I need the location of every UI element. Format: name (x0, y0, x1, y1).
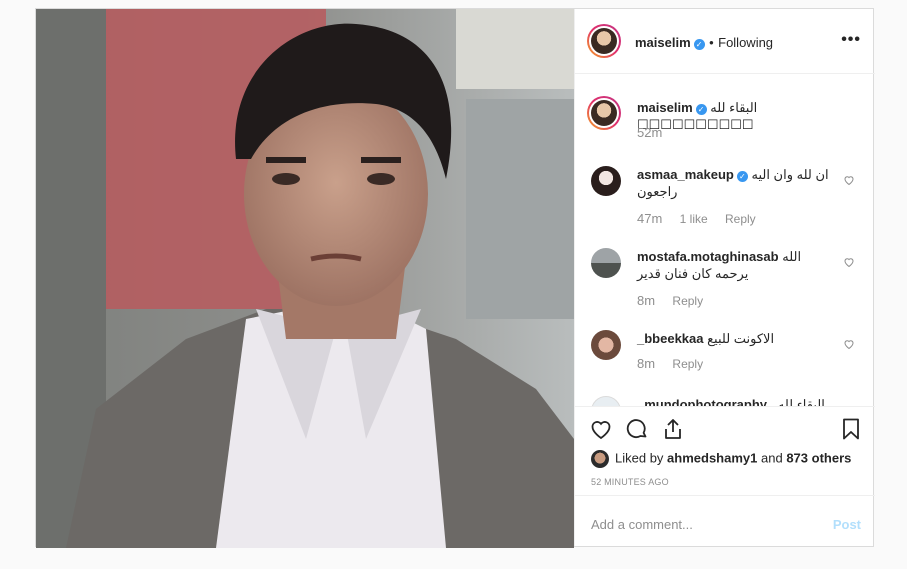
author-avatar[interactable] (587, 24, 621, 58)
post-photo[interactable] (36, 9, 574, 548)
comment-bubble-icon[interactable] (625, 417, 649, 441)
comment-username[interactable]: _mundophotography_ (637, 397, 774, 406)
comment-body: _bbeekkaa الاكونت للبيع (637, 330, 833, 347)
comments-list: maiselim ✓ البقاء لله ☐☐☐☐☐☐☐☐☐☐ 52m asma… (575, 74, 875, 406)
liker-username[interactable]: ahmedshamy1 (667, 450, 757, 465)
author-username[interactable]: maiselim (635, 35, 691, 50)
comment-input[interactable]: Add a comment... (591, 517, 693, 532)
verified-badge-icon: ✓ (695, 104, 707, 115)
comment-like-heart-icon[interactable] (843, 174, 855, 186)
comment-body: _mundophotography_ البقاء لله (637, 396, 833, 406)
likes-others-link[interactable]: 873 others (786, 450, 851, 465)
comment-text: البقاء لله (777, 397, 825, 406)
reply-button[interactable]: Reply (725, 212, 756, 226)
comment-time[interactable]: 47m (637, 211, 662, 226)
likes-prefix: Liked by (615, 450, 664, 466)
comment-username[interactable]: asmaa_makeup (637, 167, 734, 182)
more-options-icon[interactable]: ••• (841, 31, 861, 49)
caption-time[interactable]: 52m (637, 125, 662, 140)
post-photo-image (36, 9, 574, 548)
comment-meta: 8m Reply (637, 356, 717, 371)
caption: maiselim ✓ البقاء لله ☐☐☐☐☐☐☐☐☐☐ 52m (587, 96, 859, 149)
list-item: _bbeekkaa الاكونت للبيع 8m Reply (591, 330, 859, 380)
instagram-post: maiselim ✓ • Following ••• maiselim ✓ البق… (35, 8, 875, 548)
likes-summary: Liked by ahmedshamy1 and 873 others (591, 450, 851, 468)
header-author-line: maiselim ✓ • Following (635, 34, 773, 52)
comment-body: mostafa.motaghinasab الله يرحمه كان فنان… (637, 248, 833, 282)
reply-button[interactable]: Reply (672, 357, 703, 371)
like-heart-icon[interactable] (589, 417, 613, 441)
comment-like-heart-icon[interactable] (843, 256, 855, 268)
post-timestamp[interactable]: 52 MINUTES AGO (591, 477, 669, 487)
comment-meta: 47m 1 like Reply (637, 211, 770, 226)
share-icon[interactable] (661, 417, 685, 441)
commenter-avatar[interactable] (591, 330, 621, 360)
comment-meta: 8m Reply (637, 293, 717, 308)
list-item: mostafa.motaghinasab الله يرحمه كان فنان… (591, 248, 859, 308)
likes-conjunction: and (761, 450, 783, 466)
list-item: _mundophotography_ البقاء لله (591, 396, 859, 406)
post-comment-button[interactable]: Post (833, 517, 861, 532)
post-side-panel: maiselim ✓ • Following ••• maiselim ✓ البق… (574, 9, 875, 546)
comment-username[interactable]: mostafa.motaghinasab (637, 249, 779, 264)
following-button[interactable]: Following (718, 35, 773, 50)
post-actions (575, 406, 875, 451)
save-bookmark-icon[interactable] (839, 417, 863, 441)
comment-body: asmaa_makeup ✓ ان لله وان اليه راجعون (637, 166, 833, 200)
commenter-avatar[interactable] (591, 166, 621, 196)
caption-avatar[interactable] (587, 96, 621, 130)
header-separator: • (709, 35, 714, 50)
comment-text: الاكونت للبيع (707, 331, 775, 346)
comment-time[interactable]: 8m (637, 356, 655, 371)
caption-username[interactable]: maiselim (637, 100, 693, 115)
reply-button[interactable]: Reply (672, 294, 703, 308)
comment-likes[interactable]: 1 like (680, 212, 708, 226)
commenter-avatar[interactable] (591, 248, 621, 278)
caption-meta: 52m (637, 125, 676, 140)
verified-badge-icon: ✓ (693, 39, 705, 50)
liker-avatar[interactable] (591, 450, 609, 468)
verified-badge-icon: ✓ (736, 171, 748, 182)
post-header: maiselim ✓ • Following ••• (575, 9, 875, 74)
add-comment-bar: Add a comment... Post (575, 495, 875, 547)
list-item: asmaa_makeup ✓ ان لله وان اليه راجعون 47m… (591, 166, 859, 226)
commenter-avatar[interactable] (591, 396, 621, 406)
comment-time[interactable]: 8m (637, 293, 655, 308)
comment-like-heart-icon[interactable] (843, 338, 855, 350)
comment-username[interactable]: _bbeekkaa (637, 331, 704, 346)
